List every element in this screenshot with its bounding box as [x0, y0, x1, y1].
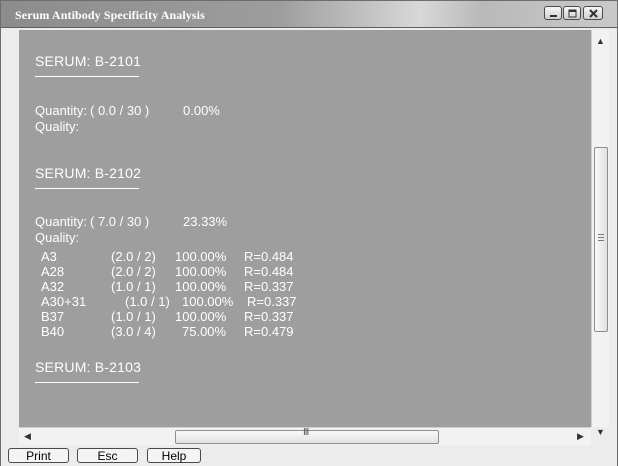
antigen-ratio: (3.0 / 4) — [111, 324, 156, 339]
antigen-name: A28 — [41, 264, 65, 279]
antigen-r-value: R=0.337 — [247, 294, 297, 309]
help-button[interactable]: Help — [147, 448, 201, 463]
close-icon — [589, 9, 598, 18]
close-button[interactable] — [583, 6, 603, 20]
report-content: SERUM: B-2101 Quantity: ( 0.0 / 30 ) 0.0… — [19, 30, 591, 427]
antigen-percent: 100.00% — [175, 264, 227, 279]
quantity-label: Quantity: — [35, 103, 88, 118]
serum-heading: SERUM: B-2101 — [35, 53, 142, 69]
minimize-button[interactable] — [544, 6, 562, 20]
quality-label: Quality: — [35, 119, 80, 134]
maximize-icon — [568, 9, 577, 18]
quantity-percent: 23.33% — [183, 214, 228, 229]
antigen-percent: 100.00% — [175, 279, 227, 294]
antigen-percent: 100.00% — [182, 294, 234, 309]
horizontal-scrollbar[interactable]: ◀ III ▶ — [19, 427, 591, 445]
antigen-r-value: R=0.484 — [244, 249, 294, 264]
antigen-percent: 75.00% — [182, 324, 227, 339]
serum-heading: SERUM: B-2102 — [35, 165, 142, 181]
button-bar: Print Esc Help — [1, 445, 617, 466]
heading-underline — [35, 76, 139, 77]
quantity-label: Quantity: — [35, 214, 88, 229]
antigen-r-value: R=0.479 — [244, 324, 294, 339]
antigen-ratio: (1.0 / 1) — [111, 279, 156, 294]
quantity-percent: 0.00% — [183, 103, 220, 118]
quantity-value: ( 0.0 / 30 ) — [90, 103, 150, 118]
antigen-percent: 100.00% — [175, 309, 227, 324]
scroll-right-icon[interactable]: ▶ — [577, 431, 584, 442]
grip-icon — [598, 234, 604, 243]
scroll-down-icon[interactable]: ▼ — [596, 427, 605, 437]
vertical-scroll-thumb[interactable] — [594, 147, 608, 332]
quality-label: Quality: — [35, 230, 80, 245]
antigen-ratio: (2.0 / 2) — [111, 249, 156, 264]
app-window: Serum Antibody Specificity Analysis SERU… — [0, 0, 618, 466]
scrollbar-corner: ▼ — [591, 427, 608, 444]
minimize-icon — [550, 15, 557, 17]
antigen-name: A30+31 — [41, 294, 87, 309]
print-button[interactable]: Print — [8, 448, 69, 463]
antigen-ratio: (1.0 / 1) — [111, 309, 156, 324]
esc-button[interactable]: Esc — [77, 448, 138, 463]
window-title: Serum Antibody Specificity Analysis — [15, 8, 205, 22]
grip-icon: III — [303, 427, 309, 438]
antigen-ratio: (2.0 / 2) — [111, 264, 156, 279]
horizontal-scroll-thumb[interactable]: III — [175, 427, 439, 444]
antigen-percent: 100.00% — [175, 249, 227, 264]
scroll-up-icon[interactable]: ▲ — [596, 36, 605, 46]
heading-underline — [35, 382, 139, 383]
antigen-ratio: (1.0 / 1) — [125, 294, 170, 309]
antigen-name: A3 — [41, 249, 57, 264]
antigen-r-value: R=0.484 — [244, 264, 294, 279]
vertical-scrollbar[interactable]: ▲ — [591, 30, 609, 427]
antigen-name: B40 — [41, 324, 65, 339]
scroll-left-icon[interactable]: ◀ — [24, 431, 31, 442]
heading-underline — [35, 188, 139, 189]
antigen-name: A32 — [41, 279, 65, 294]
title-bar[interactable]: Serum Antibody Specificity Analysis — [1, 1, 617, 28]
quantity-value: ( 7.0 / 30 ) — [90, 214, 150, 229]
antigen-name: B37 — [41, 309, 65, 324]
maximize-button[interactable] — [563, 6, 581, 20]
antigen-r-value: R=0.337 — [244, 279, 294, 294]
antigen-r-value: R=0.337 — [244, 309, 294, 324]
serum-heading: SERUM: B-2103 — [35, 359, 142, 375]
